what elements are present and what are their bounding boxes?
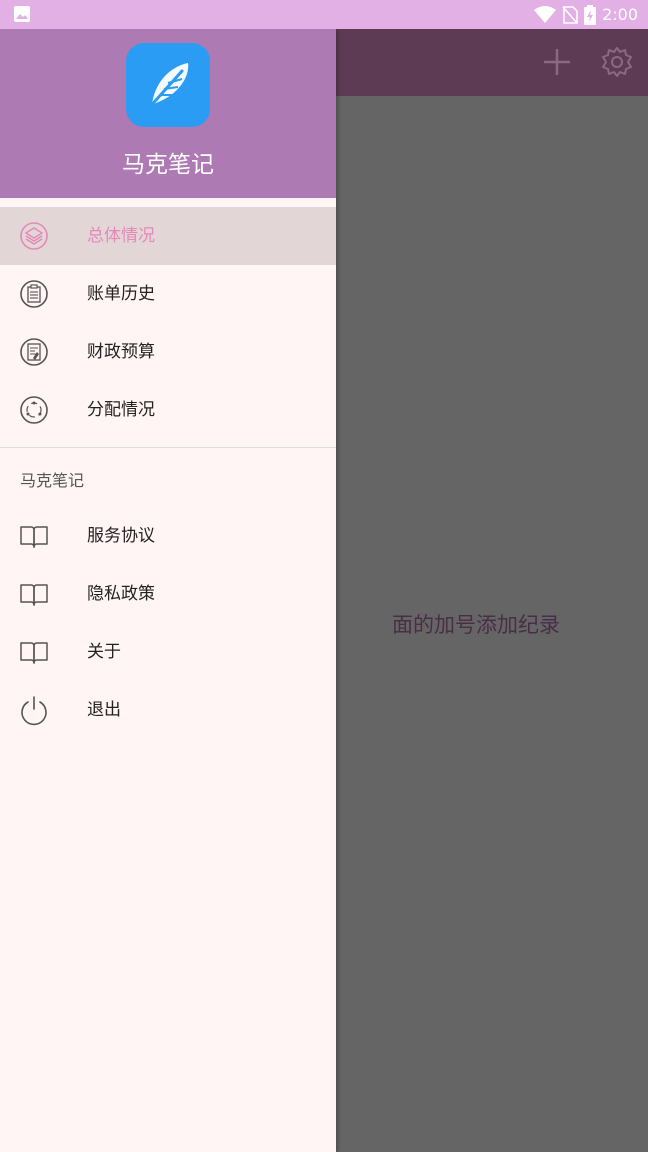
drawer-item-budget[interactable]: 财政预算	[0, 323, 336, 381]
wifi-icon	[534, 5, 557, 23]
drawer-item-about[interactable]: 关于	[0, 623, 336, 681]
no-sim-icon	[562, 5, 578, 24]
drawer-app-name: 马克笔记	[122, 152, 214, 178]
drawer-item-privacy-policy[interactable]: 隐私政策	[0, 565, 336, 623]
image-notification-icon	[14, 6, 30, 22]
drawer-item-label: 关于	[87, 642, 121, 662]
status-bar: 2:00	[0, 0, 648, 29]
layers-icon	[20, 222, 48, 250]
book-icon	[20, 642, 48, 664]
drawer-item-label: 服务协议	[87, 526, 155, 546]
drawer-item-bill-history[interactable]: 账单历史	[0, 265, 336, 323]
drawer-item-overview[interactable]: 总体情况	[0, 207, 336, 265]
settings-gear-icon[interactable]	[600, 45, 634, 79]
budget-doc-icon	[20, 338, 48, 366]
drawer-item-service-agreement[interactable]: 服务协议	[0, 507, 336, 565]
navigation-drawer: 马克笔记 总体情况 账单历史 财政预算 分配情况 马克笔记 服务协议 隐私政策 …	[0, 29, 336, 1152]
drawer-item-distribution[interactable]: 分配情况	[0, 381, 336, 439]
drawer-item-label: 财政预算	[87, 342, 155, 362]
distribution-icon	[20, 396, 48, 424]
drawer-item-label: 退出	[87, 700, 121, 720]
battery-charging-icon	[584, 4, 597, 25]
drawer-item-label: 隐私政策	[87, 584, 155, 604]
drawer-item-label: 分配情况	[87, 400, 155, 420]
drawer-item-logout[interactable]: 退出	[0, 681, 336, 739]
book-icon	[20, 584, 48, 606]
book-icon	[20, 526, 48, 548]
drawer-divider	[0, 447, 336, 448]
add-icon[interactable]	[540, 45, 574, 79]
feather-icon	[146, 63, 189, 111]
drawer-section-title: 马克笔记	[20, 471, 85, 490]
drawer-header: 马克笔记	[0, 29, 336, 198]
app-logo	[126, 43, 210, 127]
drawer-item-label: 总体情况	[87, 226, 155, 246]
drawer-item-label: 账单历史	[87, 284, 155, 304]
clipboard-icon	[20, 280, 48, 308]
power-icon	[21, 696, 47, 726]
status-time: 2:00	[602, 5, 638, 24]
